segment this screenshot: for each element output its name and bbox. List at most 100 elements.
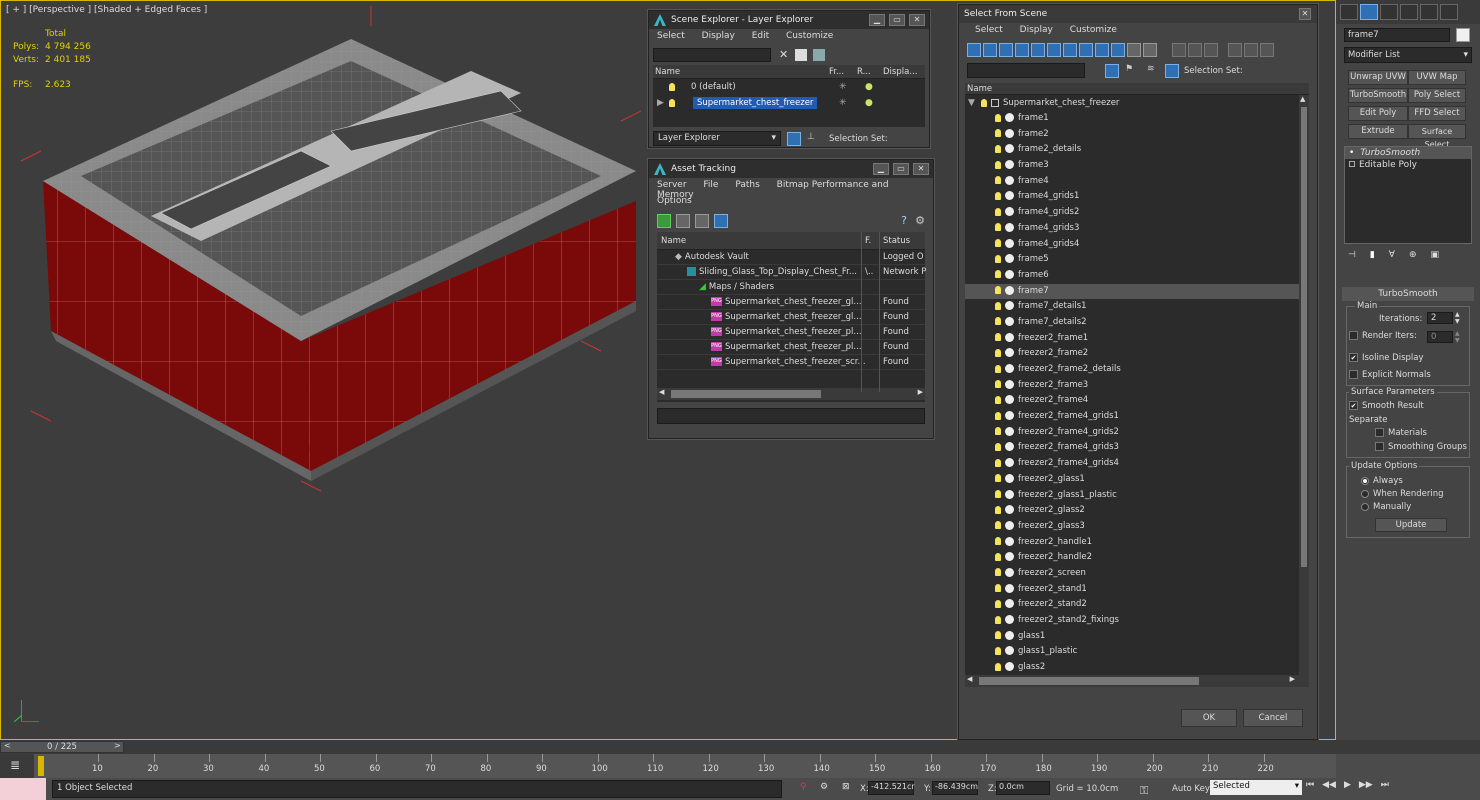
col-name[interactable]: Name <box>655 65 680 79</box>
explorer-type-dropdown[interactable]: Layer Explorer ▾ <box>653 131 781 146</box>
isolate-icon[interactable]: ⚙ <box>820 782 828 792</box>
light-bulb-icon[interactable] <box>995 176 1001 185</box>
asset-row[interactable]: PNG Supermarket_chest_freezer_pl... Found <box>657 340 925 355</box>
scene-item[interactable]: freezer2_stand1 <box>965 582 1309 598</box>
light-bulb-icon[interactable] <box>995 631 1001 640</box>
go-to-end-icon[interactable]: ⏭ <box>1381 780 1389 790</box>
col-display[interactable]: Displa... <box>883 65 917 79</box>
scene-item[interactable]: frame7_details1 <box>965 299 1309 315</box>
render-iters-spinner[interactable]: 0 <box>1427 331 1453 343</box>
light-bulb-icon[interactable] <box>995 317 1001 326</box>
iterations-spinner[interactable]: 2 <box>1427 312 1453 324</box>
light-bulb-icon[interactable] <box>995 505 1001 514</box>
cancel-button[interactable]: Cancel <box>1243 709 1303 727</box>
light-bulb-icon[interactable]: • <box>1349 148 1354 158</box>
absolute-mode-icon[interactable]: ⊠ <box>842 782 850 792</box>
light-bulb-icon[interactable] <box>995 442 1001 451</box>
light-bulb-icon[interactable] <box>995 144 1001 153</box>
prev-frame-icon[interactable]: < <box>4 741 11 750</box>
scene-item[interactable]: frame4 <box>965 174 1309 190</box>
menu-display[interactable]: Display <box>702 31 735 41</box>
scroll-thumb[interactable] <box>1301 107 1307 567</box>
maximize-button[interactable]: ▭ <box>889 14 905 26</box>
prev-key-icon[interactable]: ◀◀ <box>1322 780 1336 790</box>
time-slider-track[interactable]: 0 / 225 < > <box>0 740 1480 754</box>
smooth-result-checkbox[interactable]: ✔ <box>1349 401 1358 410</box>
go-to-start-icon[interactable]: ⏮ <box>1306 780 1314 790</box>
menu-select[interactable]: Select <box>975 25 1003 35</box>
key-icon[interactable]: ⚿ <box>1140 784 1148 798</box>
play-icon[interactable]: ▶ <box>1344 780 1351 790</box>
turbosmooth-rollout-header[interactable]: TurboSmooth <box>1342 287 1474 301</box>
light-bulb-icon[interactable] <box>995 223 1001 232</box>
asset-path-field[interactable] <box>657 408 925 424</box>
light-bulb-icon[interactable] <box>995 552 1001 561</box>
scene-item[interactable]: frame4_grids3 <box>965 221 1309 237</box>
menu-edit[interactable]: Edit <box>752 31 769 41</box>
scroll-thumb[interactable] <box>671 390 821 398</box>
menu-server[interactable]: Server <box>657 180 687 190</box>
filter-icon[interactable] <box>1105 64 1119 78</box>
render-iters-checkbox[interactable] <box>1349 331 1358 340</box>
filter-icon[interactable] <box>795 49 807 61</box>
light-bulb-icon[interactable] <box>995 207 1001 216</box>
uvw-map-button[interactable]: UVW Map <box>1408 70 1466 85</box>
scene-item[interactable]: freezer2_glass1_plastic <box>965 488 1309 504</box>
scene-item[interactable]: freezer2_stand2_fixings <box>965 613 1309 629</box>
maxscript-listener[interactable] <box>0 778 46 800</box>
remove-modifier-icon[interactable]: ⊕ <box>1409 250 1417 260</box>
light-bulb-icon[interactable] <box>995 364 1001 373</box>
display-tab-icon[interactable] <box>1420 4 1438 20</box>
scroll-right-icon[interactable]: ▶ <box>1290 675 1295 683</box>
scene-item[interactable]: freezer2_glass2 <box>965 503 1309 519</box>
light-bulb-icon[interactable] <box>995 395 1001 404</box>
light-bulb-icon[interactable] <box>995 270 1001 279</box>
hierarchy-icon[interactable]: ⊥ <box>807 132 815 142</box>
scroll-right-icon[interactable]: ▶ <box>918 388 923 396</box>
scroll-up-icon[interactable]: ▲ <box>1300 95 1305 103</box>
light-bulb-icon[interactable] <box>995 521 1001 530</box>
scene-item-selected[interactable]: frame7 <box>965 283 1309 300</box>
asset-list[interactable]: Name F. Status ◆ Autodesk Vault Logged OS… <box>657 232 926 402</box>
minimize-button[interactable]: ▁ <box>869 14 885 26</box>
light-bulb-icon[interactable] <box>995 490 1001 498</box>
isoline-display-checkbox[interactable]: ✔ <box>1349 353 1358 362</box>
time-slider[interactable]: 0 / 225 <box>0 741 124 753</box>
layer-search-field[interactable] <box>653 48 771 62</box>
modify-tab-icon[interactable] <box>1360 4 1378 20</box>
hidden-filter-icon[interactable] <box>1143 43 1157 57</box>
scroll-thumb[interactable] <box>979 677 1199 685</box>
clear-search-icon[interactable]: ✕ <box>779 48 788 61</box>
help-icon[interactable]: ? <box>901 214 907 227</box>
scene-item[interactable]: freezer2_frame1 <box>965 331 1309 347</box>
asset-row[interactable]: PNG Supermarket_chest_freezer_gl... Found <box>657 310 925 325</box>
col-name[interactable]: Name <box>661 232 686 250</box>
configure-modifier-sets-icon[interactable]: ▣ <box>1431 250 1440 260</box>
scene-item[interactable]: frame2 <box>965 127 1309 143</box>
col-name[interactable]: Name <box>967 83 992 95</box>
helpers-filter-icon[interactable] <box>1031 43 1045 57</box>
close-button[interactable]: ✕ <box>913 163 929 175</box>
track-bar-menu-icon[interactable]: ≣ <box>0 754 34 778</box>
object-color-swatch[interactable] <box>1456 28 1470 42</box>
light-bulb-icon[interactable] <box>995 348 1001 357</box>
lock-selection-icon[interactable]: ⚲ <box>800 782 807 792</box>
light-bulb-icon[interactable] <box>995 599 1001 608</box>
light-bulb-icon[interactable] <box>995 286 1001 295</box>
light-bulb-icon[interactable] <box>995 301 1001 310</box>
display-all-icon[interactable] <box>1171 43 1186 57</box>
asset-row[interactable]: ◆ Autodesk Vault Logged O <box>657 250 925 265</box>
layer-list[interactable]: Name Fr... R... Displa... 0 (default) ✳ … <box>653 65 925 127</box>
lights-filter-icon[interactable] <box>999 43 1013 57</box>
light-bulb-icon[interactable] <box>995 191 1001 200</box>
scene-item[interactable]: frame5 <box>965 252 1309 268</box>
scene-item[interactable]: frame1 <box>965 111 1309 127</box>
scene-item[interactable]: frame4_grids2 <box>965 205 1309 221</box>
scene-item[interactable]: glass1_plastic <box>965 644 1309 660</box>
make-unique-icon[interactable]: ∀ <box>1389 250 1395 260</box>
groups-filter-icon[interactable] <box>1063 43 1077 57</box>
table-view-icon[interactable] <box>713 214 728 228</box>
menu-paths[interactable]: Paths <box>735 180 759 190</box>
update-button[interactable]: Update <box>1375 518 1447 532</box>
vertical-scrollbar[interactable]: ▲ <box>1299 95 1309 675</box>
